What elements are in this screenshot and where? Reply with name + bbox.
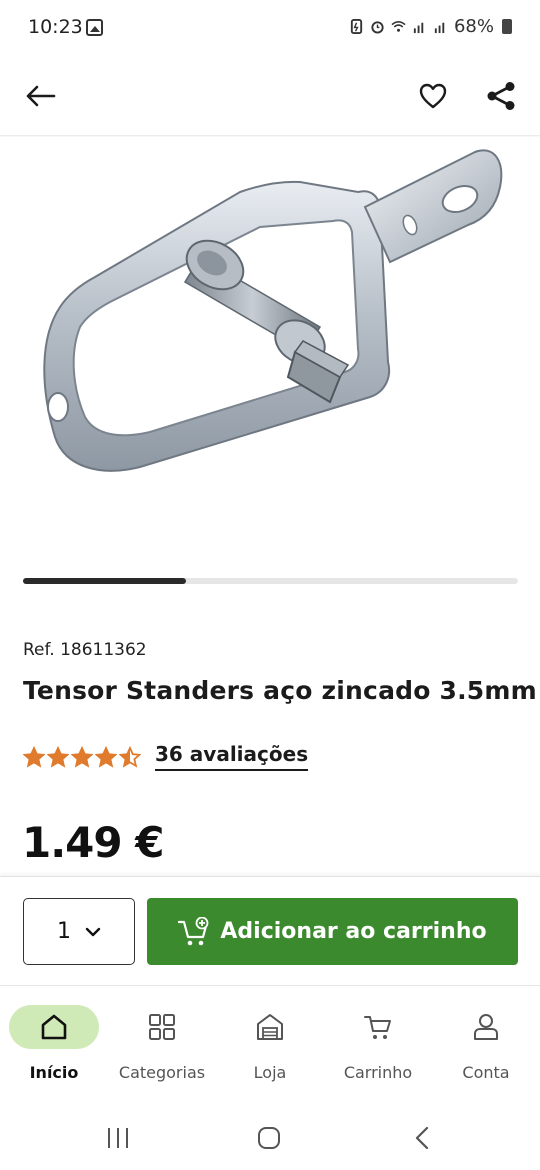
gallery-progress-fill xyxy=(23,578,187,584)
wifi-icon xyxy=(391,21,406,32)
signal-icon-2 xyxy=(434,22,445,34)
nav-item-inicio[interactable]: Início xyxy=(0,1005,108,1082)
add-cart-icon xyxy=(178,916,209,945)
product-image-carousel[interactable] xyxy=(0,137,540,567)
nav-item-conta[interactable]: Conta xyxy=(432,1005,540,1082)
store-icon xyxy=(257,1014,283,1040)
nav-item-carrinho[interactable]: Carrinho xyxy=(324,1005,432,1082)
nav-label-inicio: Início xyxy=(29,1063,79,1082)
share-icon xyxy=(487,82,515,110)
quantity-select[interactable]: 1 xyxy=(23,898,135,965)
product-rating: 36 avaliações xyxy=(23,742,309,771)
battery-percent: 68% xyxy=(453,16,494,37)
nav-item-loja[interactable]: Loja xyxy=(216,1005,324,1082)
chevron-down-icon xyxy=(85,927,101,936)
nav-label-loja: Loja xyxy=(253,1063,287,1082)
rating-stars xyxy=(23,745,141,768)
recent-apps-icon xyxy=(108,1128,128,1148)
add-to-cart-bar: 1 Adicionar ao carrinho xyxy=(0,876,540,986)
star-full-icon xyxy=(47,745,69,768)
nav-label-carrinho: Carrinho xyxy=(343,1063,413,1082)
system-navigation-bar xyxy=(0,1108,540,1170)
status-bar: 10:23 68% xyxy=(0,0,540,58)
star-full-icon xyxy=(23,745,45,768)
arrow-left-icon xyxy=(26,85,56,107)
product-title: Tensor Standers aço zincado 3.5mm xyxy=(23,676,537,705)
nav-label-categorias: Categorias xyxy=(118,1063,206,1082)
signal-icon-1 xyxy=(413,22,424,34)
product-reference: Ref. 18611362 xyxy=(23,640,147,660)
gallery-notification-icon xyxy=(86,19,103,36)
product-image xyxy=(43,149,503,472)
alarm-icon xyxy=(371,21,384,34)
app-bar xyxy=(0,58,540,136)
share-button[interactable] xyxy=(477,72,525,120)
star-full-icon xyxy=(71,745,93,768)
favorite-button[interactable] xyxy=(409,72,457,120)
status-time: 10:23 xyxy=(28,16,83,38)
grid-icon xyxy=(149,1014,175,1040)
nav-item-categorias[interactable]: Categorias xyxy=(108,1005,216,1082)
home-circle-icon xyxy=(258,1127,280,1149)
bottom-navigation: Início Categorias Loja Carrinho Conta xyxy=(0,987,540,1097)
chevron-left-icon xyxy=(415,1126,429,1150)
gallery-progress xyxy=(23,578,518,584)
battery-saver-icon xyxy=(350,19,363,34)
star-full-icon xyxy=(95,745,117,768)
recent-apps-button[interactable] xyxy=(98,1122,138,1154)
status-icons: 68% xyxy=(349,16,512,37)
cart-icon xyxy=(364,1016,391,1039)
heart-icon xyxy=(419,83,447,109)
product-price: 1.49 € xyxy=(22,818,164,867)
add-to-cart-button[interactable]: Adicionar ao carrinho xyxy=(147,898,518,965)
nav-label-conta: Conta xyxy=(462,1063,510,1082)
back-system-button[interactable] xyxy=(402,1122,442,1154)
add-to-cart-label: Adicionar ao carrinho xyxy=(220,919,487,944)
reviews-link[interactable]: 36 avaliações xyxy=(155,742,309,771)
home-system-button[interactable] xyxy=(249,1122,289,1154)
account-icon xyxy=(474,1014,498,1040)
quantity-value: 1 xyxy=(57,919,71,944)
home-icon xyxy=(41,1014,67,1040)
back-button[interactable] xyxy=(16,72,64,120)
star-half-icon xyxy=(119,745,141,768)
battery-icon xyxy=(502,19,512,34)
